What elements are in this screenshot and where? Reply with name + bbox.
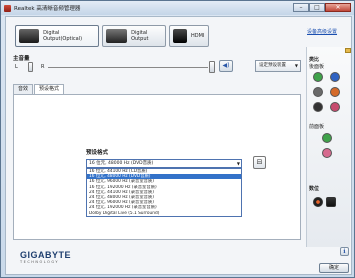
floppy-icon: ⊟ <box>256 158 263 166</box>
tab-sound-effects[interactable]: 音效 <box>13 84 34 94</box>
tab-digital-output-optical[interactable]: Digital Output(Optical) <box>15 25 99 47</box>
rear-jack-black[interactable] <box>313 102 323 112</box>
main-content: Digital Output(Optical) Digital Output H… <box>5 16 352 275</box>
tab-label: Digital Output <box>131 30 149 42</box>
rear-jack-orange[interactable] <box>330 87 340 97</box>
maximize-button[interactable]: □ <box>309 3 325 12</box>
set-default-device-dropdown[interactable]: 设定预设装置 ▼ <box>255 60 301 72</box>
balance-slider-thumb[interactable] <box>28 62 33 72</box>
volume-right-label: R <box>41 64 45 70</box>
rear-jack-gray[interactable] <box>313 87 323 97</box>
tab-hdmi[interactable]: HDMI <box>169 25 209 47</box>
format-selected-value: 16 位元, 48000 Hz (DVD音质) <box>89 161 154 166</box>
format-select[interactable]: 16 位元, 48000 Hz (DVD音质) ▼ <box>86 159 242 168</box>
hdmi-device-icon <box>173 29 187 43</box>
advanced-settings-link[interactable]: 设备高级设置 <box>307 28 337 35</box>
rear-jack-green[interactable] <box>313 72 323 82</box>
set-default-label: 设定预设装置 <box>259 63 286 68</box>
gigabyte-logo: GIGABYTE <box>20 250 72 260</box>
tab-label: Digital Output(Optical) <box>43 30 83 42</box>
logo-tagline: TECHNOLOGY <box>20 260 60 264</box>
volume-left-label: L <box>15 64 18 70</box>
digital-label: 数位 <box>309 186 320 192</box>
volume-slider-track[interactable] <box>48 67 208 68</box>
optical-device-icon <box>19 29 40 43</box>
rear-panel-label: 後面板 <box>309 64 325 70</box>
window-title: Realtek 高清晰音频管理器 <box>14 6 81 12</box>
front-jack-green[interactable] <box>322 133 332 143</box>
chevron-down-icon: ▼ <box>236 161 240 166</box>
volume-slider-thumb[interactable] <box>209 61 215 73</box>
tab-label: HDMI <box>191 33 205 39</box>
title-bar: Realtek 高清晰音频管理器 – □ ✕ <box>1 1 354 15</box>
default-format-title: 预设格式 <box>86 150 109 156</box>
spdif-optical-jack[interactable] <box>326 197 336 207</box>
reset-format-button[interactable]: ⊟ <box>253 156 266 169</box>
close-button[interactable]: ✕ <box>325 3 351 12</box>
spdif-coaxial-jack[interactable] <box>313 197 323 207</box>
main-volume-title: 主音量 <box>13 56 30 62</box>
digital-device-icon <box>106 29 128 43</box>
sub-tabs: 音效 预设格式 <box>13 84 65 94</box>
analog-label: 类比 <box>309 57 320 63</box>
front-jack-pink[interactable] <box>322 148 332 158</box>
chevron-down-icon: ▼ <box>294 63 298 68</box>
format-option[interactable]: Dolby Digital Live (5.1 Surround) <box>87 211 241 216</box>
format-dropdown-list: 16 位元, 44100 Hz (CD音质) 16 位元, 48000 Hz (… <box>86 168 242 217</box>
ok-button[interactable]: 确定 <box>319 263 349 273</box>
info-icon[interactable]: ℹ <box>340 247 349 256</box>
speaker-app-icon <box>4 4 11 12</box>
audio-manager-window: Realtek 高清晰音频管理器 – □ ✕ Digital Output(Op… <box>0 0 355 278</box>
mute-button[interactable]: ◀) <box>219 60 233 72</box>
rear-jack-pink[interactable] <box>330 102 340 112</box>
folder-icon[interactable] <box>345 48 351 53</box>
speaker-icon: ◀) <box>222 62 230 69</box>
minimize-button[interactable]: – <box>293 3 309 12</box>
default-format-panel: 预设格式 16 位元, 48000 Hz (DVD音质) ▼ 16 位元, 44… <box>13 94 301 240</box>
window-controls: – □ ✕ <box>293 3 351 12</box>
front-panel-label: 前面板 <box>309 124 325 130</box>
tab-digital-output[interactable]: Digital Output <box>102 25 166 47</box>
tab-default-format[interactable]: 预设格式 <box>34 84 65 94</box>
rear-jack-blue[interactable] <box>330 72 340 82</box>
